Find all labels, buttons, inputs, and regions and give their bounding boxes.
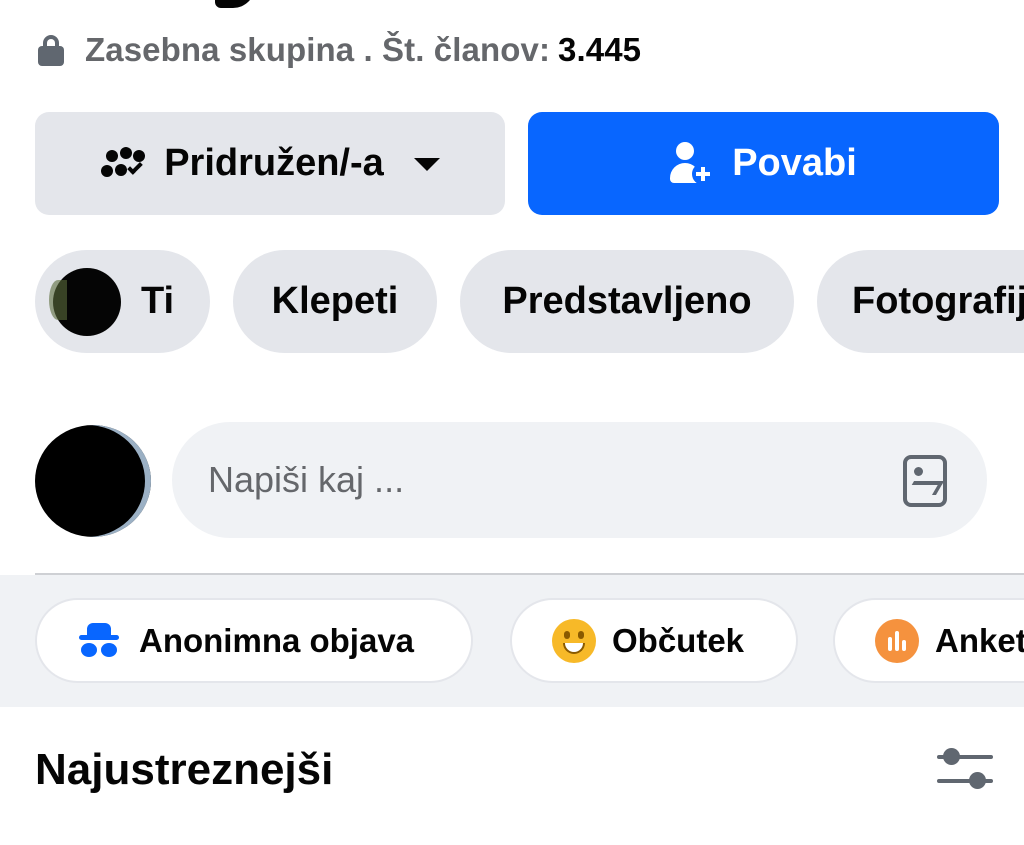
group-page: Zasebna skupina . Št. članov: 3.445 Prid…: [0, 0, 1024, 845]
tab-photos[interactable]: Fotografij: [817, 250, 1024, 353]
photo-icon[interactable]: [903, 455, 947, 507]
tab-featured[interactable]: Predstavljeno: [460, 250, 794, 353]
invite-button[interactable]: Povabi: [528, 112, 999, 215]
filter-sliders-icon[interactable]: [935, 745, 995, 795]
feeling-button[interactable]: Občutek: [510, 598, 798, 683]
member-count: 3.445: [558, 31, 642, 68]
group-title-fragment: [215, 0, 255, 8]
group-joined-icon: [100, 146, 146, 181]
user-avatar[interactable]: [35, 425, 151, 537]
poll-label: Anket: [935, 621, 1024, 659]
lock-icon: [37, 33, 65, 67]
tab-featured-label: Predstavljeno: [502, 280, 752, 322]
post-composer[interactable]: Napiši kaj ...: [172, 422, 987, 538]
anonymous-post-label: Anonimna objava: [139, 621, 415, 659]
tab-chats[interactable]: Klepeti: [233, 250, 437, 353]
poll-icon: [875, 618, 919, 663]
tab-you-label: Ti: [141, 280, 175, 322]
caret-down-icon: [413, 158, 440, 171]
group-meta: Zasebna skupina . Št. članov: 3.445: [37, 30, 641, 70]
poll-button[interactable]: Anket: [833, 598, 1024, 683]
incognito-icon: [77, 621, 121, 661]
sort-label: Najustreznejši: [35, 745, 334, 794]
tab-photos-label: Fotografij: [852, 280, 1024, 322]
feeling-label: Občutek: [612, 621, 745, 659]
tab-chats-label: Klepeti: [271, 280, 399, 322]
privacy-label: Zasebna skupina . Št. članov:: [85, 31, 551, 68]
anonymous-post-button[interactable]: Anonimna objava: [35, 598, 473, 683]
joined-button[interactable]: Pridružen/-a: [35, 112, 505, 215]
tab-you[interactable]: Ti: [35, 250, 210, 353]
joined-label: Pridružen/-a: [164, 142, 384, 184]
composer-placeholder: Napiši kaj ...: [208, 459, 405, 500]
add-person-icon: [670, 141, 715, 186]
invite-label: Povabi: [732, 142, 857, 184]
smiley-icon: [552, 618, 596, 663]
avatar: [49, 267, 121, 336]
